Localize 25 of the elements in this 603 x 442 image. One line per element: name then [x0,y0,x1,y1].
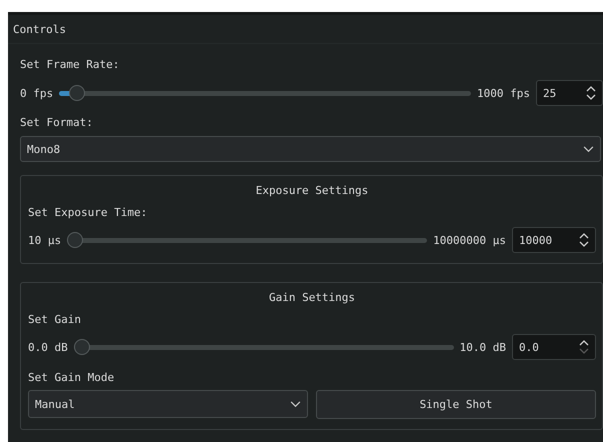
chevron-down-icon [290,400,301,408]
slider[interactable] [74,339,454,355]
gain-mode-dropdown[interactable]: Manual [28,390,308,418]
format-dropdown[interactable]: Mono8 [20,136,601,162]
spin-box[interactable]: 0.0 [512,334,596,360]
slider-min-label: 0 fps [20,86,54,100]
slider-max-label: 10.0 dB [460,340,506,354]
chevron-down-icon [583,146,594,152]
slider-max-label: 1000 fps [477,86,530,100]
group-title: Gain Settings [268,291,356,304]
spin-box[interactable]: 25 [536,80,603,106]
field-label: Set Gain Mode [28,371,116,384]
slider[interactable] [59,85,472,101]
slider-max-label: 10000000 µs [433,234,506,246]
field-label: Set Frame Rate: [20,58,120,71]
panel-title: Controls [13,22,66,36]
slider[interactable] [67,232,428,248]
slider-min-label: 10 µs [28,234,62,246]
single-shot-button[interactable]: Single Shot [316,390,596,419]
field-label: Set Format: [20,116,94,129]
field-label: Set Exposure Time: [28,206,148,219]
field-label: Set Gain [28,313,82,326]
spin-box[interactable]: 10000 [512,227,596,253]
slider-min-label: 0.0 dB [28,340,68,354]
group-title: Exposure Settings [256,184,368,197]
